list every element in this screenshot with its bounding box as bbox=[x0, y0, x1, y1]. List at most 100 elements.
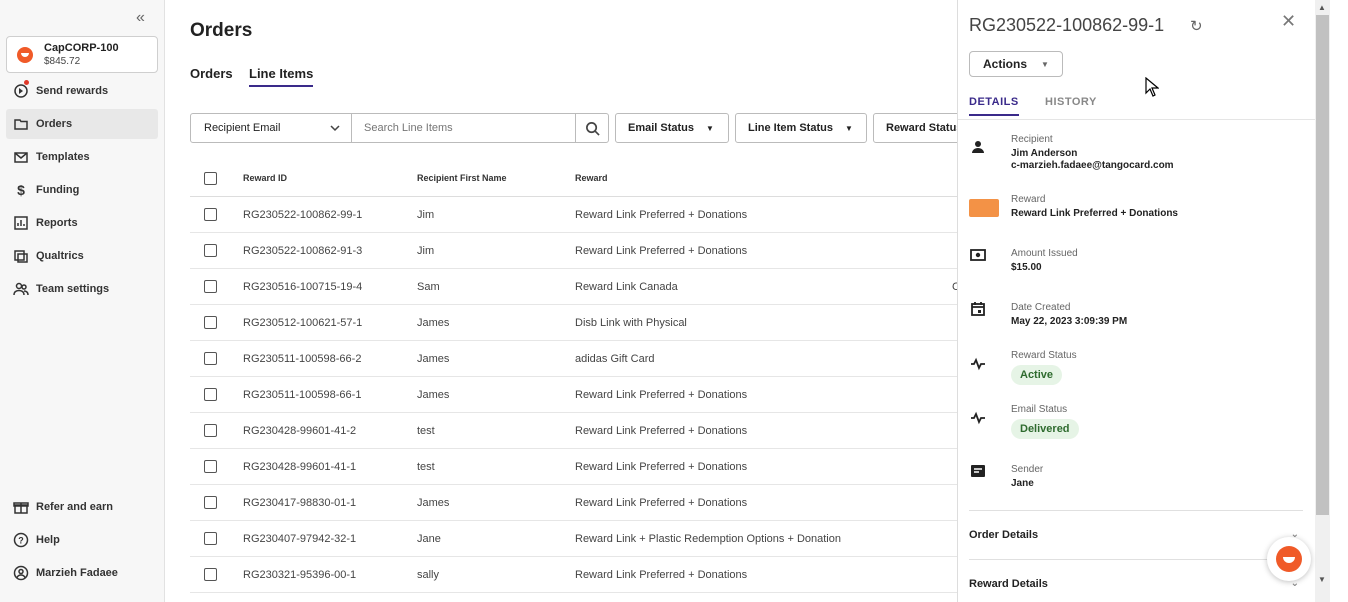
line-item-detail-panel: RG230522-100862-99-1 ↻ ✕ Actions ▼ DETAIL… bbox=[957, 0, 1315, 602]
first-name-cell: Jim bbox=[417, 245, 435, 257]
qualtrics-icon bbox=[6, 248, 36, 264]
sidebar-item-templates[interactable]: Templates bbox=[6, 142, 158, 172]
reward-id-cell[interactable]: RG230321-95396-00-1 bbox=[243, 569, 356, 581]
row-checkbox[interactable] bbox=[204, 352, 217, 365]
sidebar-item-refer-and-earn[interactable]: Refer and earn bbox=[6, 492, 158, 522]
tab-orders[interactable]: Orders bbox=[190, 66, 233, 81]
row-checkbox[interactable] bbox=[204, 244, 217, 257]
table-row[interactable]: RG230522-100862-91-3 Jim Reward Link Prefe… bbox=[190, 233, 957, 269]
search-input[interactable] bbox=[351, 113, 576, 143]
row-checkbox[interactable] bbox=[204, 460, 217, 473]
accordion-label: Reward Details bbox=[969, 578, 1048, 590]
first-name-cell: Jim bbox=[417, 209, 435, 221]
row-checkbox[interactable] bbox=[204, 280, 217, 293]
amount-value: $15.00 bbox=[1011, 262, 1042, 273]
table-row[interactable]: RG230522-100862-99-1 Jim Reward Link Prefe… bbox=[190, 197, 957, 233]
row-checkbox[interactable] bbox=[204, 424, 217, 437]
row-checkbox[interactable] bbox=[204, 388, 217, 401]
order-details-accordion[interactable]: Order Details ⌄ bbox=[969, 510, 1303, 541]
select-all-checkbox[interactable] bbox=[204, 172, 217, 185]
search-icon bbox=[585, 121, 600, 136]
chevron-down-icon bbox=[330, 125, 340, 132]
email-status-filter[interactable]: Email Status ▼ bbox=[615, 113, 729, 143]
close-icon[interactable]: ✕ bbox=[1281, 11, 1296, 32]
filter-label: Line Item Status bbox=[748, 122, 833, 134]
reward-id-cell[interactable]: RG230428-99601-41-2 bbox=[243, 425, 356, 437]
chart-icon bbox=[6, 215, 36, 231]
column-header[interactable]: Recipient First Name bbox=[417, 173, 507, 183]
caret-down-icon: ▼ bbox=[844, 123, 853, 133]
table-row[interactable]: RG230417-98830-01-1 James Reward Link Pref… bbox=[190, 485, 957, 521]
column-header[interactable]: Reward ID bbox=[243, 173, 287, 183]
sidebar-item-team-settings[interactable]: Team settings bbox=[6, 274, 158, 304]
first-name-cell: James bbox=[417, 497, 450, 509]
reward-id-cell[interactable]: RG230522-100862-99-1 bbox=[243, 209, 362, 221]
reward-id-cell[interactable]: RG230511-100598-66-2 bbox=[243, 353, 361, 365]
reward-cell: Reward Link Canada bbox=[575, 281, 678, 293]
column-header[interactable]: Reward bbox=[575, 173, 608, 183]
tab-line-items[interactable]: Line Items bbox=[249, 66, 314, 87]
collapse-sidebar-icon[interactable]: « bbox=[136, 9, 145, 27]
reward-id-cell[interactable]: RG230512-100621-57-1 bbox=[243, 317, 362, 329]
row-checkbox[interactable] bbox=[204, 568, 217, 581]
reward-id-cell[interactable]: RG230417-98830-01-1 bbox=[243, 497, 356, 509]
sidebar-item-reports[interactable]: Reports bbox=[6, 208, 158, 238]
sidebar-item-send-rewards[interactable]: Send rewards bbox=[6, 76, 158, 106]
sidebar-item-label: Qualtrics bbox=[36, 250, 84, 262]
reward-status-filter[interactable]: Reward Status bbox=[873, 113, 957, 143]
user-icon bbox=[6, 565, 36, 581]
search-field-select[interactable]: Recipient Email bbox=[190, 113, 352, 143]
send-rewards-icon bbox=[6, 80, 36, 99]
reward-details-accordion[interactable]: Reward Details ⌄ bbox=[969, 559, 1303, 590]
sidebar-item-label: Orders bbox=[36, 118, 73, 130]
tab-history[interactable]: HISTORY bbox=[1045, 96, 1097, 108]
email-status-label: Email Status bbox=[1011, 404, 1068, 415]
tab-details[interactable]: DETAILS bbox=[969, 96, 1019, 116]
line-item-status-filter[interactable]: Line Item Status ▼ bbox=[735, 113, 867, 143]
table-row[interactable]: RG230511-100598-66-1 James Reward Link Pre… bbox=[190, 377, 957, 413]
scrollbar-thumb[interactable] bbox=[1316, 15, 1329, 515]
team-icon bbox=[6, 281, 36, 297]
row-checkbox[interactable] bbox=[204, 532, 217, 545]
recipient-label: Recipient bbox=[1011, 134, 1053, 145]
sidebar-item-user-profile[interactable]: Marzieh Fadaee bbox=[6, 558, 158, 588]
refresh-icon[interactable]: ↻ bbox=[1190, 17, 1203, 35]
panel-scrollbar[interactable]: ▲ ▼ bbox=[1315, 0, 1330, 602]
reward-cell: Reward Link + Plastic Redemption Options… bbox=[575, 533, 841, 545]
account-switcher[interactable]: CapCORP-100 $845.72 bbox=[6, 36, 158, 73]
reward-id-cell[interactable]: RG230511-100598-66-1 bbox=[243, 389, 361, 401]
date-created-label: Date Created bbox=[1011, 302, 1071, 313]
sidebar-item-help[interactable]: ? Help bbox=[6, 525, 158, 555]
reward-id-cell[interactable]: RG230522-100862-91-3 bbox=[243, 245, 362, 257]
reward-id-cell[interactable]: RG230516-100715-19-4 bbox=[243, 281, 362, 293]
sidebar-item-qualtrics[interactable]: Qualtrics bbox=[6, 241, 158, 271]
first-name-cell: sally bbox=[417, 569, 440, 581]
table-row[interactable]: RG230428-99601-41-2 test Reward Link Prefe… bbox=[190, 413, 957, 449]
search-field-value: Recipient Email bbox=[204, 122, 281, 134]
cash-icon bbox=[970, 249, 986, 261]
sidebar-item-orders[interactable]: Orders bbox=[6, 109, 158, 139]
table-row[interactable]: RG230407-97942-32-1 Jane Reward Link + Pla… bbox=[190, 521, 957, 557]
svg-text:?: ? bbox=[18, 536, 24, 546]
sidebar-item-label: Reports bbox=[36, 217, 78, 229]
reward-status-label: Reward Status bbox=[1011, 350, 1077, 361]
reward-cell: Reward Link Preferred + Donations bbox=[575, 461, 748, 473]
table-row[interactable]: RG230512-100621-57-1 James Disb Link with … bbox=[190, 305, 957, 341]
table-row[interactable]: RG230511-100598-66-2 James adidas Gift Car… bbox=[190, 341, 957, 377]
scroll-down-icon[interactable]: ▼ bbox=[1318, 575, 1326, 584]
sidebar-item-funding[interactable]: $ Funding bbox=[6, 175, 158, 205]
row-checkbox[interactable] bbox=[204, 496, 217, 509]
reward-id-cell[interactable]: RG230407-97942-32-1 bbox=[243, 533, 356, 545]
reward-id-cell[interactable]: RG230428-99601-41-1 bbox=[243, 461, 356, 473]
table-row[interactable]: RG230321-95396-00-1 sally Reward Link Pref… bbox=[190, 557, 957, 593]
chat-launcher-button[interactable] bbox=[1267, 537, 1311, 581]
table-row[interactable]: RG230516-100715-19-4 Sam Reward Link Canad… bbox=[190, 269, 957, 305]
sidebar-item-label: Team settings bbox=[36, 283, 110, 295]
row-checkbox[interactable] bbox=[204, 316, 217, 329]
row-checkbox[interactable] bbox=[204, 208, 217, 221]
search-button[interactable] bbox=[575, 113, 609, 143]
table-row[interactable]: RG230428-99601-41-1 test Reward Link Prefe… bbox=[190, 449, 957, 485]
scroll-up-icon[interactable]: ▲ bbox=[1318, 3, 1326, 12]
actions-button[interactable]: Actions ▼ bbox=[969, 51, 1063, 77]
reward-cell: adidas Gift Card bbox=[575, 353, 655, 365]
